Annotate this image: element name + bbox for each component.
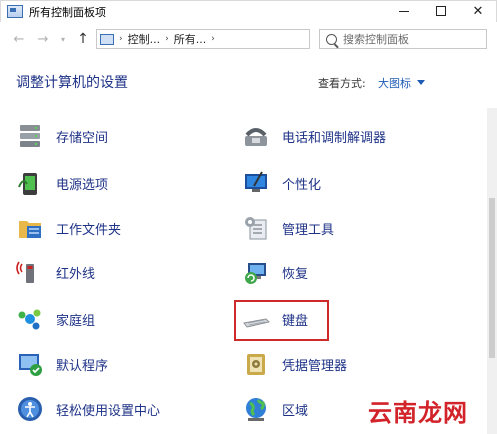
item-credential-manager[interactable]: 凭据管理器 <box>242 349 347 379</box>
view-by-dropdown[interactable]: 大图标 <box>378 75 411 91</box>
recovery-icon <box>242 258 270 286</box>
search-icon <box>326 33 337 45</box>
storage-spaces-icon <box>16 122 44 150</box>
chevron-right-icon[interactable]: › <box>211 34 215 44</box>
item-label: 电话和调制解调器 <box>282 130 387 146</box>
item-label: 凭据管理器 <box>282 358 348 374</box>
ease-of-access-icon <box>16 395 44 423</box>
item-label: 管理工具 <box>282 222 335 238</box>
item-recovery[interactable]: 恢复 <box>242 257 308 287</box>
credential-manager-icon <box>242 350 270 378</box>
keyboard-highlight-box <box>234 300 329 341</box>
chevron-right-icon: › <box>119 34 123 44</box>
item-default-programs[interactable]: 默认程序 <box>16 349 108 379</box>
item-label: 红外线 <box>56 266 96 282</box>
watermark: 云南龙网 <box>368 399 468 427</box>
item-label: 轻松使用设置中心 <box>56 403 161 419</box>
window-title: 所有控制面板项 <box>29 5 106 19</box>
minimize-icon <box>399 10 409 12</box>
phone-modem-icon <box>242 122 270 150</box>
close-icon: ✕ <box>472 3 484 19</box>
chevron-down-icon: ▾ <box>60 34 65 44</box>
chevron-down-icon[interactable] <box>417 80 425 85</box>
item-label: 个性化 <box>282 177 322 193</box>
up-button[interactable]: ↑ <box>74 29 92 49</box>
search-input[interactable] <box>343 32 483 46</box>
homegroup-icon <box>16 305 44 333</box>
arrow-up-icon: ↑ <box>77 31 89 47</box>
personalization-icon <box>242 169 270 197</box>
breadcrumb-control-panel[interactable]: 控制... <box>128 31 161 47</box>
arrow-left-icon: ← <box>13 31 25 47</box>
item-admin-tools[interactable]: 管理工具 <box>242 213 334 243</box>
default-programs-icon <box>16 350 44 378</box>
search-box[interactable] <box>319 29 487 49</box>
work-folders-icon <box>16 214 44 242</box>
scrollbar-thumb[interactable] <box>489 198 495 358</box>
arrow-right-icon: → <box>37 31 49 47</box>
control-panel-icon <box>7 5 23 18</box>
close-button[interactable]: ✕ <box>460 0 496 22</box>
item-label: 恢复 <box>282 266 309 282</box>
recent-locations-button[interactable]: ▾ <box>57 29 69 49</box>
region-icon <box>242 395 270 423</box>
maximize-icon <box>436 6 446 16</box>
item-label: 家庭组 <box>56 313 96 329</box>
breadcrumb-all-items[interactable]: 所有... <box>174 31 207 47</box>
control-panel-icon <box>100 33 114 45</box>
page-title: 调整计算机的设置 <box>16 75 128 91</box>
navigation-bar: ← → ▾ ↑ › 控制... › 所有... › <box>0 27 497 51</box>
address-bar[interactable]: › 控制... › 所有... › <box>96 29 310 49</box>
minimize-button[interactable] <box>386 0 422 22</box>
item-region[interactable]: 区域 <box>242 394 308 424</box>
item-label: 默认程序 <box>56 358 109 374</box>
back-button[interactable]: ← <box>10 29 28 49</box>
item-label: 区域 <box>282 403 309 419</box>
forward-button[interactable]: → <box>34 29 52 49</box>
item-label: 存储空间 <box>56 130 109 146</box>
item-ease-of-access[interactable]: 轻松使用设置中心 <box>16 394 160 424</box>
item-power-options[interactable]: 电源选项 <box>16 168 108 198</box>
admin-tools-icon <box>242 214 270 242</box>
power-options-icon <box>16 169 44 197</box>
item-label: 电源选项 <box>56 177 109 193</box>
item-label: 工作文件夹 <box>56 222 122 238</box>
item-work-folders[interactable]: 工作文件夹 <box>16 213 121 243</box>
item-personalization[interactable]: 个性化 <box>242 168 321 198</box>
chevron-right-icon[interactable]: › <box>165 34 169 44</box>
item-infrared[interactable]: 红外线 <box>16 257 95 287</box>
infrared-icon <box>16 258 44 286</box>
view-by-label: 查看方式: <box>318 77 366 90</box>
item-storage-spaces[interactable]: 存储空间 <box>16 121 108 151</box>
item-phone-modem[interactable]: 电话和调制解调器 <box>242 121 386 151</box>
item-homegroup[interactable]: 家庭组 <box>16 304 95 334</box>
maximize-button[interactable] <box>423 0 459 22</box>
